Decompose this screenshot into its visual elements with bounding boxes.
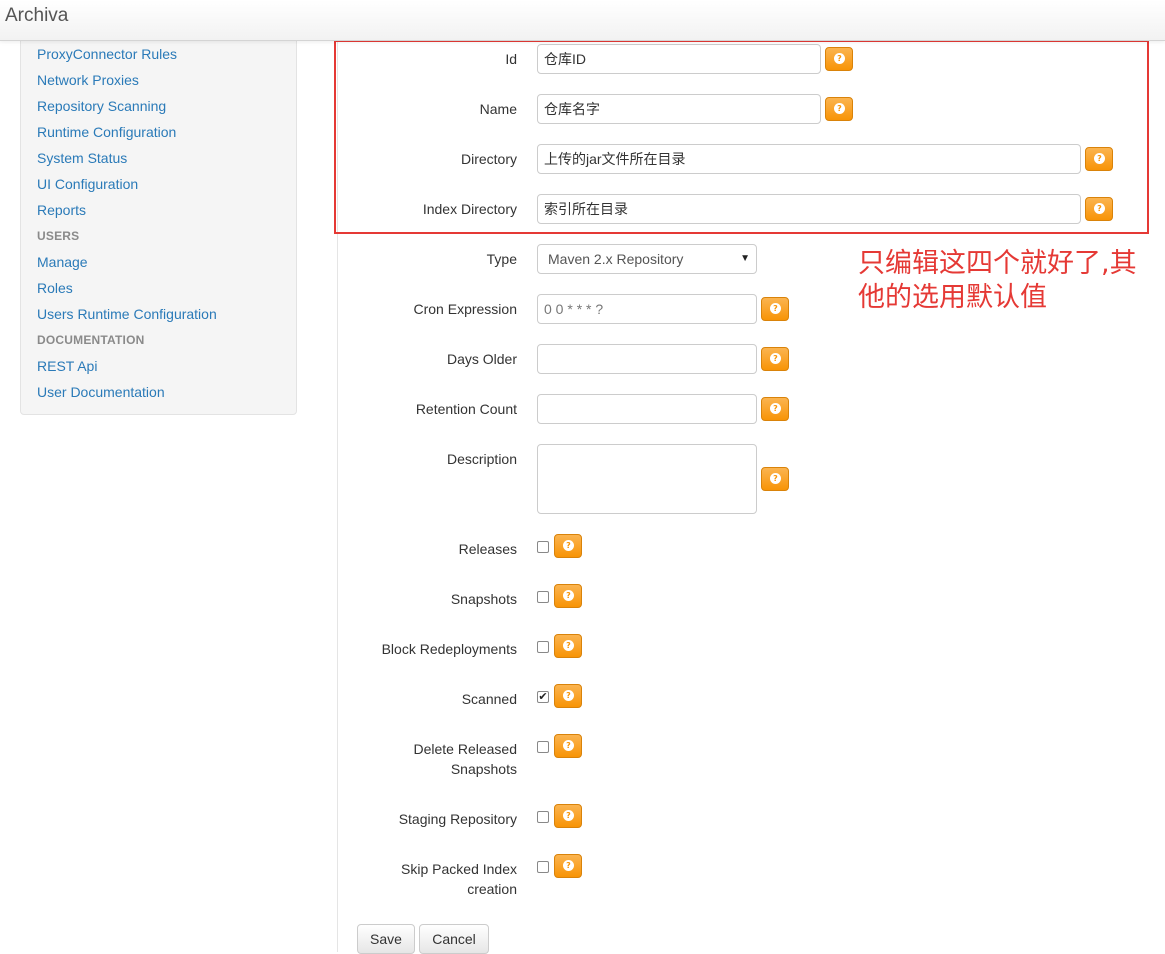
- directory-input[interactable]: 上传的jar文件所在目录: [537, 144, 1081, 174]
- cron-expression-input[interactable]: 0 0 * * * ?: [537, 294, 757, 324]
- sidebar-item-roles[interactable]: Roles: [37, 280, 73, 296]
- sidebar-nav: ProxyConnector Rules Network Proxies Rep…: [20, 30, 297, 415]
- block-redeployments-checkbox[interactable]: [537, 641, 549, 653]
- help-icon: ?: [563, 860, 574, 871]
- scanned-checkbox[interactable]: ✔: [537, 691, 549, 703]
- index-directory-help-button[interactable]: ?: [1085, 197, 1113, 221]
- snapshots-checkbox[interactable]: [537, 591, 549, 603]
- sidebar-item-user-documentation[interactable]: User Documentation: [37, 384, 165, 400]
- scanned-help-button[interactable]: ?: [554, 684, 582, 708]
- help-icon: ?: [1094, 203, 1105, 214]
- name-input[interactable]: 仓库名字: [537, 94, 821, 124]
- delete-released-snapshots-help-button[interactable]: ?: [554, 734, 582, 758]
- skip-packed-index-checkbox[interactable]: [537, 861, 549, 873]
- block-redeployments-help-button[interactable]: ?: [554, 634, 582, 658]
- releases-label: Releases: [458, 541, 517, 557]
- releases-help-button[interactable]: ?: [554, 534, 582, 558]
- days-older-help-button[interactable]: ?: [761, 347, 789, 371]
- staging-repository-checkbox[interactable]: [537, 811, 549, 823]
- retention-count-help-button[interactable]: ?: [761, 397, 789, 421]
- help-icon: ?: [770, 403, 781, 414]
- type-label: Type: [486, 251, 517, 267]
- sidebar-header-documentation: DOCUMENTATION: [37, 333, 145, 347]
- sidebar-item-reports[interactable]: Reports: [37, 202, 86, 218]
- help-icon: ?: [834, 53, 845, 64]
- delete-released-snapshots-checkbox[interactable]: [537, 741, 549, 753]
- content-divider: [337, 41, 338, 952]
- retention-count-input[interactable]: [537, 394, 757, 424]
- skip-packed-index-help-button[interactable]: ?: [554, 854, 582, 878]
- help-icon: ?: [770, 353, 781, 364]
- days-older-input[interactable]: [537, 344, 757, 374]
- chevron-down-icon: ▼: [740, 253, 750, 264]
- staging-repository-help-button[interactable]: ?: [554, 804, 582, 828]
- brand-logo[interactable]: Archiva: [5, 5, 68, 27]
- snapshots-label: Snapshots: [450, 591, 517, 607]
- description-label: Description: [446, 451, 517, 467]
- help-icon: ?: [770, 303, 781, 314]
- description-textarea[interactable]: [537, 444, 757, 514]
- sidebar-item-ui-configuration[interactable]: UI Configuration: [37, 176, 138, 192]
- help-icon: ?: [1094, 153, 1105, 164]
- id-label: Id: [505, 51, 517, 67]
- index-directory-input[interactable]: 索引所在目录: [537, 194, 1081, 224]
- top-navbar: Archiva: [0, 0, 1165, 41]
- id-help-button[interactable]: ?: [825, 47, 853, 71]
- days-older-label: Days Older: [446, 351, 517, 367]
- scanned-label: Scanned: [461, 691, 517, 707]
- help-icon: ?: [563, 590, 574, 601]
- delete-released-snapshots-label: Delete Released Snapshots: [413, 741, 517, 777]
- sidebar-item-runtime-configuration[interactable]: Runtime Configuration: [37, 124, 176, 140]
- cancel-button[interactable]: Cancel: [419, 924, 489, 954]
- annotation-note: 只编辑这四个就好了,其他的选用默认值: [858, 248, 1137, 313]
- block-redeployments-label: Block Redeployments: [381, 641, 517, 657]
- sidebar-item-proxyconnector-rules[interactable]: ProxyConnector Rules: [37, 46, 177, 62]
- cron-expression-label: Cron Expression: [413, 301, 518, 317]
- sidebar-item-repository-scanning[interactable]: Repository Scanning: [37, 98, 166, 114]
- description-help-button[interactable]: ?: [761, 467, 789, 491]
- sidebar-item-system-status[interactable]: System Status: [37, 150, 127, 166]
- help-icon: ?: [834, 103, 845, 114]
- cron-expression-help-button[interactable]: ?: [761, 297, 789, 321]
- help-icon: ?: [563, 690, 574, 701]
- directory-help-button[interactable]: ?: [1085, 147, 1113, 171]
- help-icon: ?: [770, 473, 781, 484]
- sidebar-item-network-proxies[interactable]: Network Proxies: [37, 72, 139, 88]
- name-label: Name: [479, 101, 517, 117]
- sidebar-item-manage[interactable]: Manage: [37, 254, 88, 270]
- index-directory-label: Index Directory: [422, 201, 517, 217]
- help-icon: ?: [563, 810, 574, 821]
- staging-repository-label: Staging Repository: [398, 811, 517, 827]
- snapshots-help-button[interactable]: ?: [554, 584, 582, 608]
- save-button[interactable]: Save: [357, 924, 415, 954]
- help-icon: ?: [563, 640, 574, 651]
- id-input[interactable]: 仓库ID: [537, 44, 821, 74]
- help-icon: ?: [563, 540, 574, 551]
- sidebar-header-users: USERS: [37, 229, 80, 243]
- directory-label: Directory: [460, 151, 517, 167]
- releases-checkbox[interactable]: [537, 541, 549, 553]
- retention-count-label: Retention Count: [415, 401, 517, 417]
- checkmark-icon: ✔: [538, 691, 548, 703]
- name-help-button[interactable]: ?: [825, 97, 853, 121]
- sidebar-item-users-runtime-configuration[interactable]: Users Runtime Configuration: [37, 306, 217, 322]
- help-icon: ?: [563, 740, 574, 751]
- sidebar-item-rest-api[interactable]: REST Api: [37, 358, 97, 374]
- skip-packed-index-label: Skip Packed Index creation: [401, 861, 517, 897]
- type-select[interactable]: Maven 2.x Repository ▼: [537, 244, 757, 274]
- type-select-value: Maven 2.x Repository: [548, 251, 684, 267]
